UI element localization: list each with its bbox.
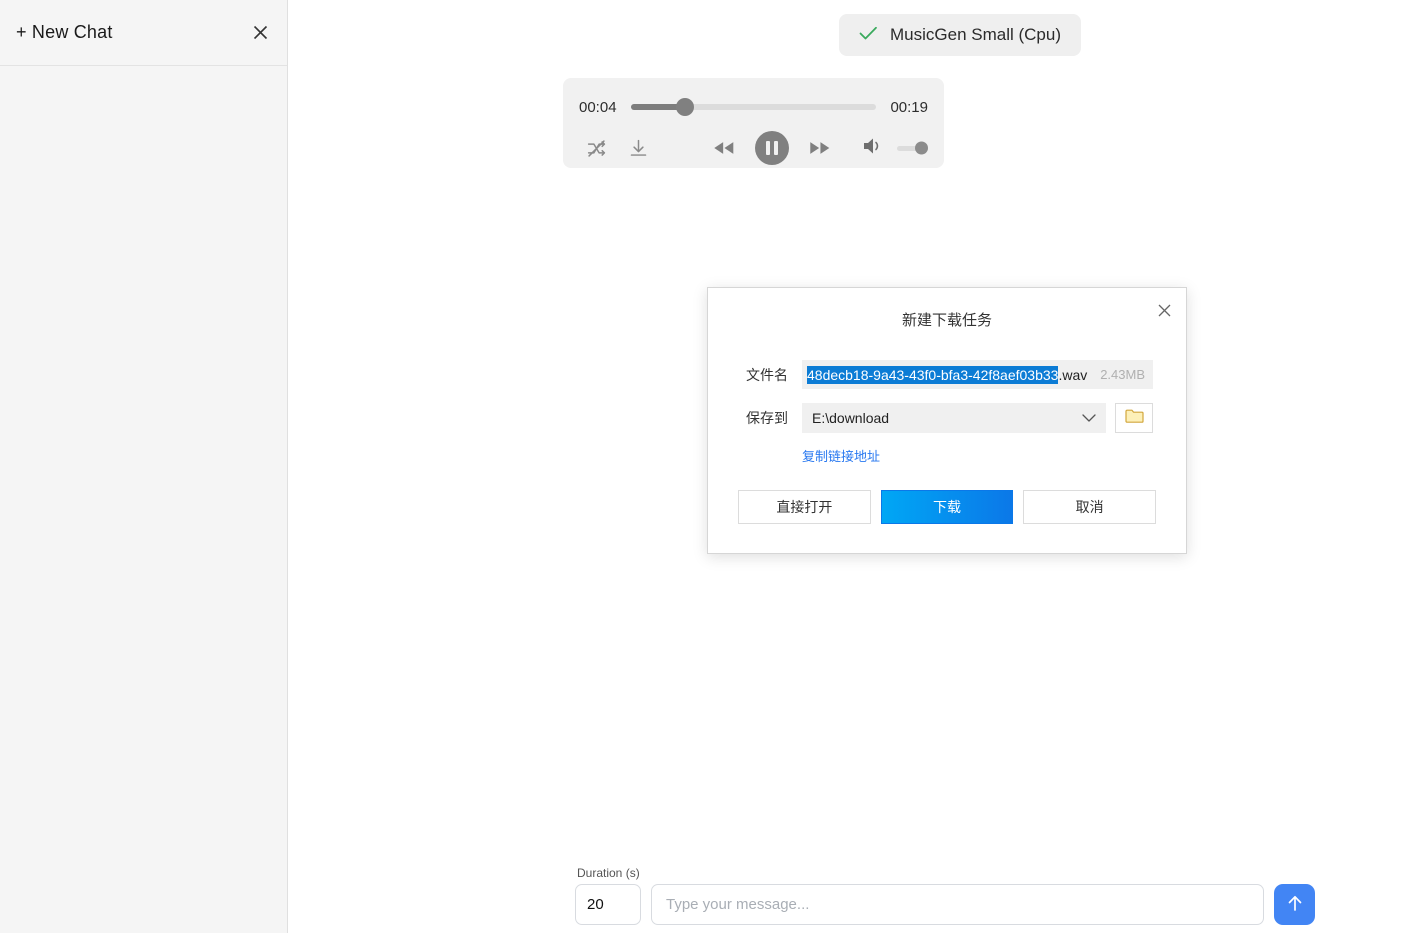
shuffle-disabled-icon[interactable] <box>581 133 611 163</box>
app-root: + New Chat MusicGen Small (Cpu) 00:04 <box>0 0 1428 933</box>
progress-thumb[interactable] <box>676 98 694 116</box>
duration-input[interactable] <box>575 884 641 925</box>
savepath-row: 保存到 E:\download <box>708 403 1186 433</box>
sidebar: + New Chat <box>0 0 288 933</box>
copy-link-button[interactable]: 复制链接地址 <box>802 446 880 465</box>
folder-icon <box>1125 408 1144 429</box>
arrow-up-icon <box>1285 893 1305 916</box>
filename-input[interactable]: 48decb18-9a43-43f0-bfa3-42f8aef03b33.wav… <box>802 360 1153 389</box>
model-badge[interactable]: MusicGen Small (Cpu) <box>839 14 1081 56</box>
cancel-button[interactable]: 取消 <box>1023 490 1156 524</box>
player-progress-row: 00:04 00:19 <box>579 88 928 126</box>
rewind-icon[interactable] <box>709 133 739 163</box>
transport-controls <box>709 131 835 165</box>
savepath-label: 保存到 <box>746 408 802 428</box>
audio-player: 00:04 00:19 <box>563 78 944 168</box>
filename-label: 文件名 <box>746 365 802 385</box>
progress-slider[interactable] <box>631 104 877 110</box>
send-button[interactable] <box>1274 884 1315 925</box>
chevron-down-icon <box>1082 410 1096 426</box>
volume-slider[interactable] <box>897 146 926 151</box>
model-badge-label: MusicGen Small (Cpu) <box>890 25 1061 45</box>
download-dialog: 新建下载任务 文件名 48decb18-9a43-43f0-bfa3-42f8a… <box>707 287 1187 554</box>
filename-selected-text: 48decb18-9a43-43f0-bfa3-42f8aef03b33 <box>807 366 1058 384</box>
browse-folder-button[interactable] <box>1115 403 1153 433</box>
player-controls-row <box>579 128 928 168</box>
open-directly-button[interactable]: 直接打开 <box>738 490 871 524</box>
current-time-label: 00:04 <box>579 99 617 116</box>
sidebar-header: + New Chat <box>0 0 287 66</box>
new-chat-button[interactable]: + New Chat <box>16 22 113 43</box>
filename-extension: .wav <box>1058 367 1087 383</box>
message-input[interactable] <box>651 884 1264 925</box>
pause-button[interactable] <box>755 131 789 165</box>
duration-group: Duration (s) <box>575 866 641 925</box>
savepath-value: E:\download <box>812 410 889 426</box>
fast-forward-icon[interactable] <box>805 133 835 163</box>
check-icon <box>859 26 878 45</box>
filename-row: 文件名 48decb18-9a43-43f0-bfa3-42f8aef03b33… <box>708 360 1186 389</box>
close-icon[interactable] <box>249 22 271 44</box>
volume-on-icon[interactable] <box>861 135 887 161</box>
dialog-actions: 直接打开 下载 取消 <box>738 490 1156 524</box>
savepath-select[interactable]: E:\download <box>802 403 1106 433</box>
main-content: MusicGen Small (Cpu) 00:04 00:19 <box>288 0 1428 933</box>
download-button[interactable]: 下载 <box>881 490 1014 524</box>
download-icon[interactable] <box>623 133 653 163</box>
volume-group <box>861 135 928 161</box>
composer: Duration (s) <box>575 866 1315 925</box>
filesize-label: 2.43MB <box>1090 367 1145 382</box>
duration-label: Duration (s) <box>575 866 641 880</box>
total-time-label: 00:19 <box>890 99 928 116</box>
pause-icon <box>766 141 778 155</box>
close-icon[interactable] <box>1151 297 1177 323</box>
volume-thumb[interactable] <box>915 142 928 155</box>
dialog-title: 新建下载任务 <box>708 288 1186 330</box>
